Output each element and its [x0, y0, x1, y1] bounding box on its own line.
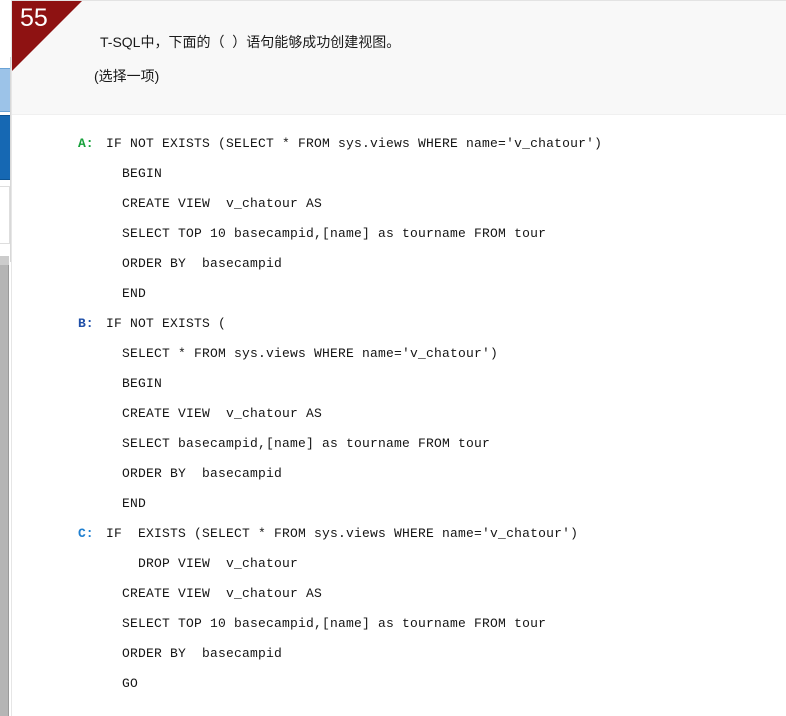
option-letter-a: A: — [78, 136, 94, 151]
code-line: IF NOT EXISTS (SELECT * FROM sys.views W… — [106, 136, 603, 151]
code-line: GO — [106, 676, 139, 691]
code-line: IF NOT EXISTS ( — [106, 316, 227, 331]
option-letter-c: C: — [78, 526, 94, 541]
left-chrome-strip — [0, 0, 12, 716]
option-row-a[interactable]: A: IF NOT EXISTS (SELECT * FROM sys.view… — [12, 129, 786, 309]
code-line: SELECT * FROM sys.views WHERE name='v_ch… — [106, 346, 499, 361]
code-line: CREATE VIEW v_chatour AS — [106, 406, 323, 421]
code-line: END — [106, 496, 147, 511]
option-row-c[interactable]: C: IF EXISTS (SELECT * FROM sys.views WH… — [12, 519, 786, 699]
code-line: ORDER BY basecampid — [106, 256, 283, 271]
question-stem-text: T-SQL中，下面的（ ）语句能够成功创建视图。 — [100, 34, 401, 50]
vertical-scrollbar[interactable] — [0, 265, 9, 716]
sidebar-tab-active[interactable] — [0, 115, 10, 180]
code-line: CREATE VIEW v_chatour AS — [106, 586, 323, 601]
code-line: SELECT basecampid,[name] as tourname FRO… — [106, 436, 491, 451]
option-code-a: IF NOT EXISTS (SELECT * FROM sys.views W… — [80, 129, 786, 309]
code-line: END — [106, 286, 147, 301]
option-code-b: IF NOT EXISTS ( SELECT * FROM sys.views … — [80, 309, 786, 519]
question-select-hint: (选择一项) — [94, 68, 160, 84]
option-code-c: IF EXISTS (SELECT * FROM sys.views WHERE… — [80, 519, 786, 699]
options-list: A: IF NOT EXISTS (SELECT * FROM sys.view… — [12, 115, 786, 716]
code-line: CREATE VIEW v_chatour AS — [106, 196, 323, 211]
code-line: SELECT TOP 10 basecampid,[name] as tourn… — [106, 226, 547, 241]
question-number-label: 55 — [20, 4, 48, 32]
code-line: SELECT TOP 10 basecampid,[name] as tourn… — [106, 616, 547, 631]
code-line: DROP VIEW v_chatour — [106, 556, 299, 571]
sidebar-tab-blank[interactable] — [0, 186, 10, 244]
code-line: BEGIN — [106, 376, 163, 391]
question-header: 55 T-SQL中，下面的（ ）语句能够成功创建视图。 (选择一项) — [12, 0, 786, 115]
code-line: ORDER BY basecampid — [106, 646, 283, 661]
question-number-badge: 55 — [12, 1, 82, 71]
code-line: BEGIN — [106, 166, 163, 181]
option-row-b[interactable]: B: IF NOT EXISTS ( SELECT * FROM sys.vie… — [12, 309, 786, 519]
option-letter-b: B: — [78, 316, 94, 331]
sidebar-tab-inactive[interactable] — [0, 68, 10, 112]
code-line: IF EXISTS (SELECT * FROM sys.views WHERE… — [106, 526, 579, 541]
code-line: ORDER BY basecampid — [106, 466, 283, 481]
question-card: 55 T-SQL中，下面的（ ）语句能够成功创建视图。 (选择一项) A: IF… — [12, 0, 786, 716]
